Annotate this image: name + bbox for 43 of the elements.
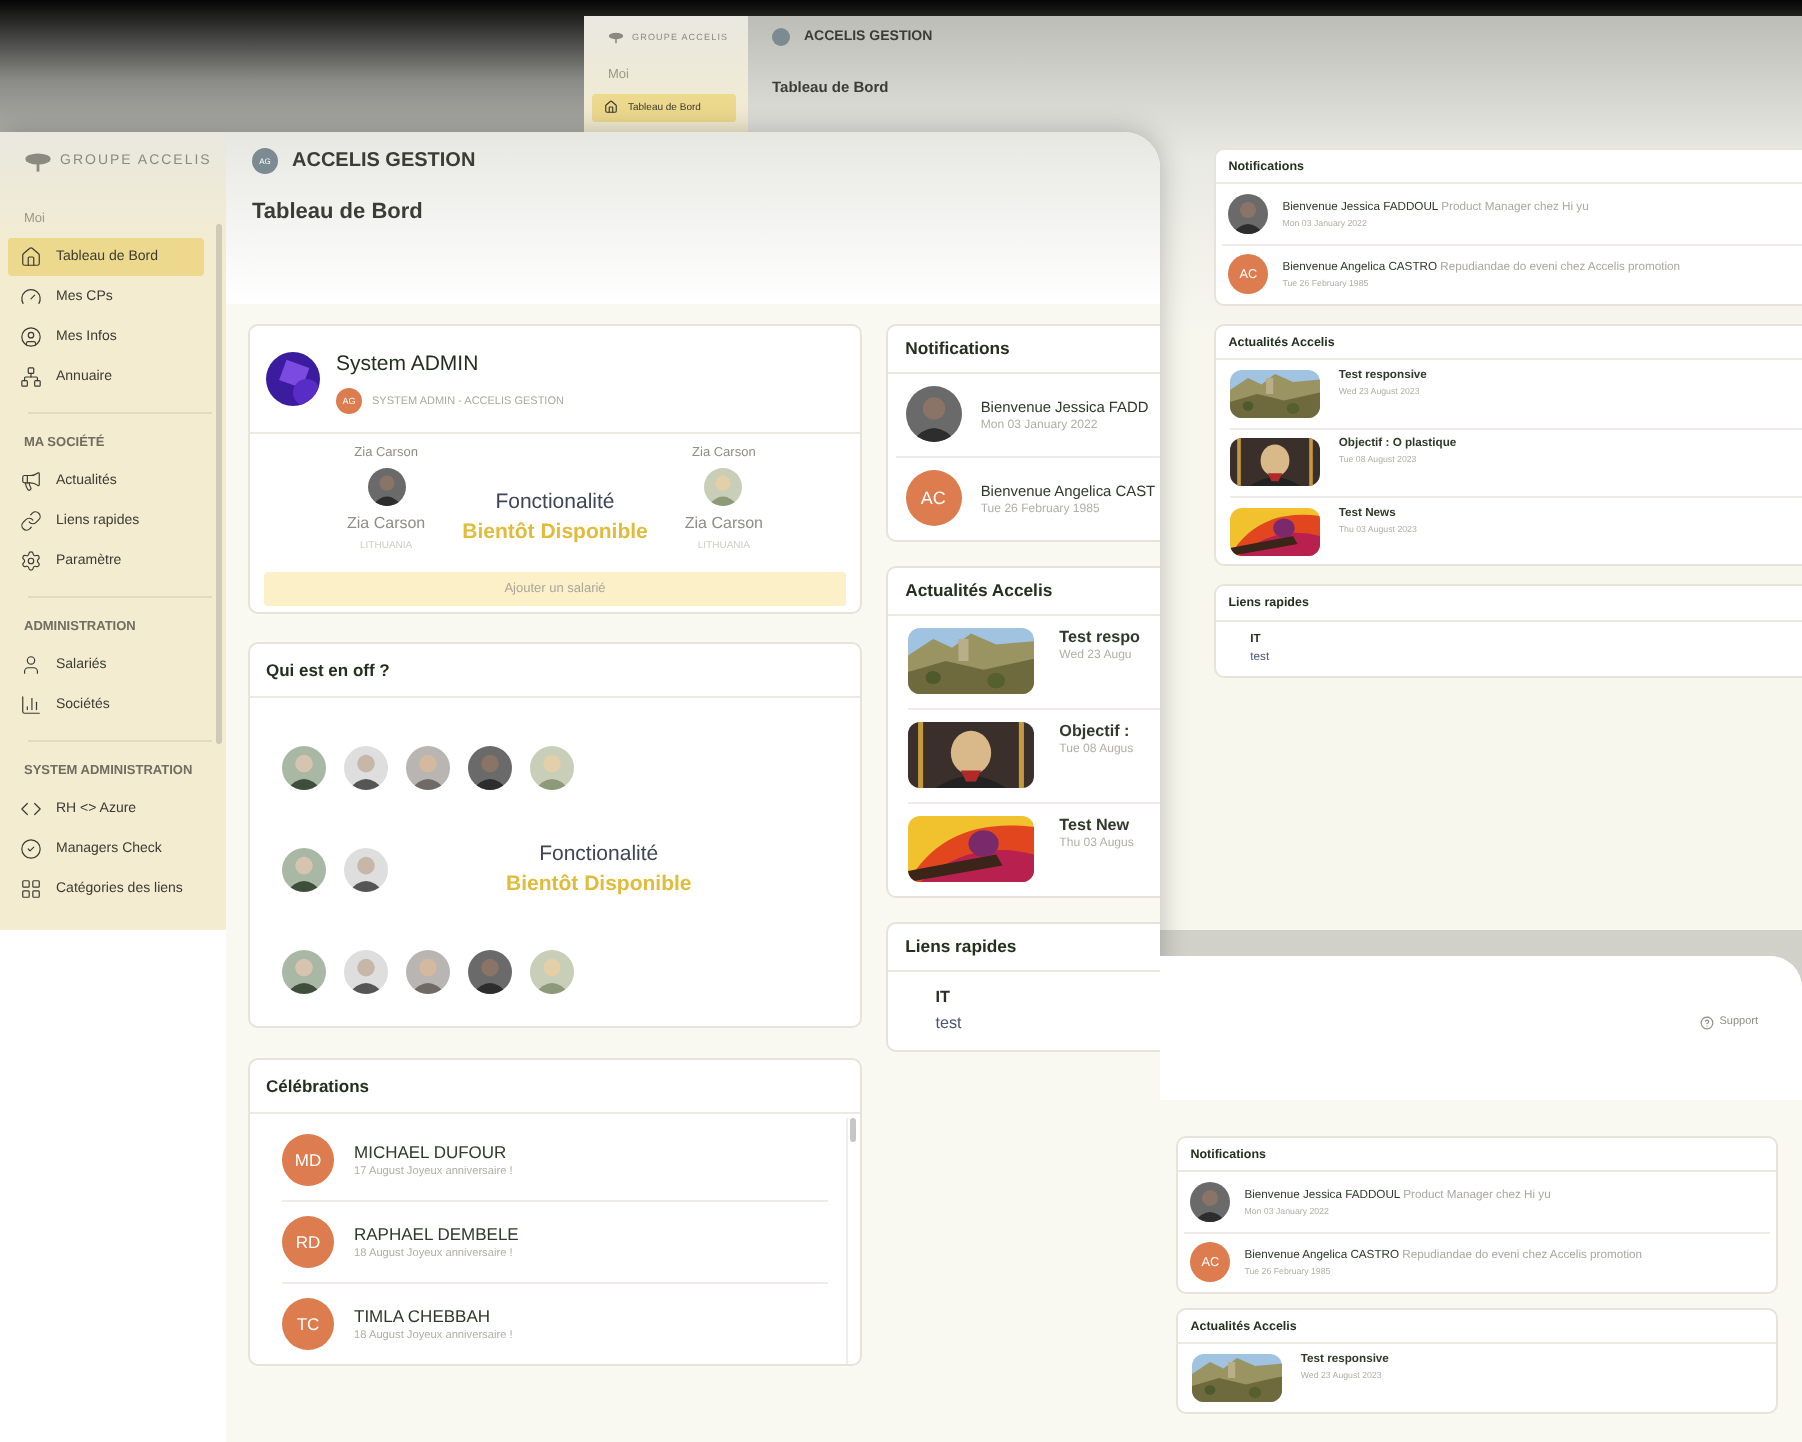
tree-logo-icon <box>608 32 624 44</box>
card-title: Qui est en off ? <box>250 644 860 698</box>
profile-name: System ADMIN <box>336 352 479 376</box>
user-circle-icon <box>20 325 42 348</box>
link-group-name: IT <box>935 988 952 1007</box>
card-title: Notifications <box>888 326 1160 374</box>
settings-icon <box>20 549 42 572</box>
avatar-initials: RD <box>282 1216 334 1268</box>
app-title: ACCELIS GESTION <box>292 150 476 172</box>
notice-title: Fonctionalité <box>495 490 615 514</box>
tree-logo-icon <box>24 152 52 172</box>
grid-icon <box>20 877 42 900</box>
home-icon <box>20 245 42 268</box>
user-icon <box>20 653 42 676</box>
app-avatar <box>772 28 790 46</box>
notice-subtitle: Bientôt Disponible <box>506 872 692 896</box>
scrollbar[interactable] <box>846 1118 856 1364</box>
avatar-initials: TC <box>282 1298 334 1350</box>
person-name: MICHAEL DUFOUR <box>354 1142 509 1162</box>
avatar-initials: AC <box>905 470 962 527</box>
bar-chart-icon <box>20 693 42 716</box>
gauge-icon <box>20 285 42 308</box>
help-icon <box>1699 1015 1714 1029</box>
notice-subtitle: Bientôt Disponible <box>462 520 648 544</box>
card-title: Actualités Accelis <box>888 567 1160 616</box>
person-name: Zia Carson <box>684 514 763 532</box>
check-circle-icon <box>20 837 42 860</box>
avatar-initials: MD <box>282 1134 334 1186</box>
megaphone-icon <box>20 469 42 492</box>
person-name: Zia Carson <box>347 514 426 532</box>
page-title: Tableau de Bord <box>252 200 425 224</box>
person-name: TIMLA CHEBBAH <box>354 1306 493 1326</box>
home-icon <box>604 100 618 115</box>
news-title[interactable]: Test respo <box>1059 628 1141 647</box>
code-icon <box>20 797 42 820</box>
network-icon <box>20 365 42 388</box>
news-title[interactable]: Test New <box>1059 816 1134 835</box>
quick-link[interactable]: test <box>935 1014 1160 1033</box>
notice-title: Fonctionalité <box>539 842 659 866</box>
news-title[interactable]: Objectif : <box>1059 722 1134 741</box>
card-title: Célébrations <box>250 1060 860 1114</box>
person-name: RAPHAEL DEMBELE <box>354 1224 519 1244</box>
link-icon <box>20 509 42 532</box>
